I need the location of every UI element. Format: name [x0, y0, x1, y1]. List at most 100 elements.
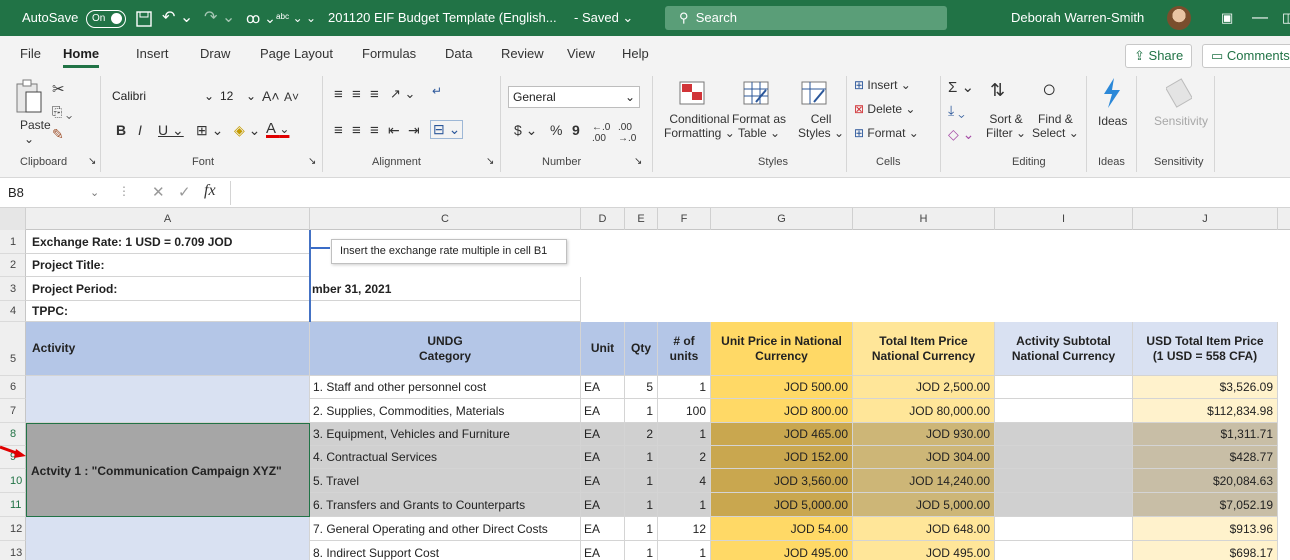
- fill-color-icon[interactable]: ◈ ⌄: [234, 122, 260, 139]
- conditional-formatting-button[interactable]: Conditional Formatting ⌄: [664, 112, 735, 140]
- item-n-cell[interactable]: 1: [658, 376, 711, 399]
- italic-icon[interactable]: I: [138, 122, 142, 138]
- paste-icon[interactable]: [14, 78, 44, 116]
- item-price-cell[interactable]: JOD 465.00: [711, 423, 853, 446]
- item-usd-cell[interactable]: $3,526.09: [1133, 376, 1278, 399]
- row-header-7[interactable]: 7: [0, 399, 26, 423]
- tab-draw[interactable]: Draw: [200, 36, 230, 72]
- item-price-cell[interactable]: JOD 3,560.00: [711, 469, 853, 493]
- row-header-11[interactable]: 11: [0, 493, 26, 517]
- font-name-select[interactable]: Calibri ⌄: [108, 86, 214, 108]
- row-header-3[interactable]: 3: [0, 277, 26, 301]
- item-qty-cell[interactable]: 1: [625, 399, 658, 423]
- item-total-cell[interactable]: JOD 930.00: [853, 423, 995, 446]
- wrap-text-icon[interactable]: ↵: [432, 84, 442, 98]
- item-sub-cell[interactable]: [995, 493, 1133, 517]
- column-header-e[interactable]: E: [625, 208, 658, 230]
- item-unit-cell[interactable]: EA: [581, 399, 625, 423]
- conditional-formatting-icon[interactable]: [678, 80, 708, 108]
- row-header-4[interactable]: 4: [0, 301, 26, 322]
- item-category-cell[interactable]: 5. Travel: [310, 469, 581, 493]
- item-category-cell[interactable]: 2. Supplies, Commodities, Materials: [310, 399, 581, 423]
- activity-cell[interactable]: [26, 376, 310, 423]
- row-header-8[interactable]: 8: [0, 423, 26, 446]
- copy-icon[interactable]: ⎘ ⌄: [52, 104, 72, 120]
- sort-filter-icon[interactable]: ⇅: [990, 80, 1005, 101]
- item-n-cell[interactable]: 100: [658, 399, 711, 423]
- align-left-icon[interactable]: ≡: [334, 122, 343, 139]
- exchange-rate-cell[interactable]: Exchange Rate: 1 USD = 0.709 JOD: [26, 230, 310, 254]
- enter-icon[interactable]: ✓: [178, 183, 191, 201]
- item-n-cell[interactable]: 1: [658, 423, 711, 446]
- header-undg[interactable]: UNDG Category: [310, 322, 581, 376]
- activity-1-cell[interactable]: Actvity 1 : "Communication Campaign XYZ": [26, 423, 310, 517]
- item-price-cell[interactable]: JOD 152.00: [711, 446, 853, 469]
- column-header-i[interactable]: I: [995, 208, 1133, 230]
- row-header-1[interactable]: 1: [0, 230, 26, 254]
- increase-decimal-icon[interactable]: ←.0.00: [592, 122, 610, 144]
- item-category-cell[interactable]: 6. Transfers and Grants to Counterparts: [310, 493, 581, 517]
- tab-data[interactable]: Data: [445, 36, 472, 72]
- item-sub-cell[interactable]: [995, 469, 1133, 493]
- item-sub-cell[interactable]: [995, 541, 1133, 560]
- cell-styles-icon[interactable]: [800, 80, 830, 108]
- share-button[interactable]: ⇪ Share: [1125, 44, 1193, 68]
- tab-help[interactable]: Help: [622, 36, 649, 72]
- item-price-cell[interactable]: JOD 800.00: [711, 399, 853, 423]
- item-n-cell[interactable]: 1: [658, 493, 711, 517]
- item-total-cell[interactable]: JOD 495.00: [853, 541, 995, 560]
- ideas-icon[interactable]: [1098, 76, 1124, 110]
- bold-icon[interactable]: B: [116, 122, 126, 138]
- top-align-icon[interactable]: ≡: [334, 86, 343, 103]
- save-icon[interactable]: [136, 0, 152, 36]
- format-as-table-icon[interactable]: [742, 80, 772, 108]
- project-period-value[interactable]: mber 31, 2021: [310, 277, 581, 301]
- header-unit-price[interactable]: Unit Price in National Currency: [711, 322, 853, 376]
- header-total-price[interactable]: Total Item Price National Currency: [853, 322, 995, 376]
- item-sub-cell[interactable]: [995, 517, 1133, 541]
- cancel-icon[interactable]: ✕: [152, 183, 165, 201]
- align-right-icon[interactable]: ≡: [370, 122, 379, 139]
- cell-styles-button[interactable]: Cell Styles ⌄: [798, 112, 844, 140]
- grow-font-icon[interactable]: A˄: [262, 88, 280, 104]
- redo-icon[interactable]: ↷ ⌄: [204, 0, 235, 36]
- maximize-icon[interactable]: ◫: [1282, 0, 1290, 36]
- format-painter-icon[interactable]: ✎: [52, 126, 64, 143]
- column-header-g[interactable]: G: [711, 208, 853, 230]
- find-select-button[interactable]: Find & Select ⌄: [1032, 112, 1079, 140]
- insert-cells-button[interactable]: ⊞ Insert ⌄: [854, 78, 911, 92]
- decrease-decimal-icon[interactable]: .00 →.0: [618, 122, 636, 144]
- item-unit-cell[interactable]: EA: [581, 517, 625, 541]
- select-all-corner[interactable]: [0, 208, 26, 230]
- tab-formulas[interactable]: Formulas: [362, 36, 416, 72]
- item-qty-cell[interactable]: 1: [625, 517, 658, 541]
- item-unit-cell[interactable]: EA: [581, 376, 625, 399]
- column-header-a[interactable]: A: [26, 208, 310, 230]
- header-usd-total[interactable]: USD Total Item Price (1 USD = 558 CFA): [1133, 322, 1278, 376]
- currency-icon[interactable]: $ ⌄: [514, 122, 537, 139]
- row-header-13[interactable]: 13: [0, 541, 26, 560]
- item-price-cell[interactable]: JOD 495.00: [711, 541, 853, 560]
- header-activity[interactable]: Activity: [26, 322, 310, 376]
- item-n-cell[interactable]: 2: [658, 446, 711, 469]
- item-qty-cell[interactable]: 1: [625, 446, 658, 469]
- header-activity-subtotal[interactable]: Activity Subtotal National Currency: [995, 322, 1133, 376]
- row-header-6[interactable]: 6: [0, 376, 26, 399]
- minimize-icon[interactable]: —: [1252, 0, 1268, 36]
- item-n-cell[interactable]: 4: [658, 469, 711, 493]
- item-total-cell[interactable]: JOD 80,000.00: [853, 399, 995, 423]
- font-color-icon[interactable]: A ⌄: [266, 120, 289, 137]
- sensitivity-button[interactable]: Sensitivity: [1154, 114, 1208, 128]
- tab-home[interactable]: Home: [63, 36, 100, 72]
- item-unit-cell[interactable]: EA: [581, 446, 625, 469]
- comment-box[interactable]: Insert the exchange rate multiple in cel…: [331, 239, 567, 264]
- item-category-cell[interactable]: 7. General Operating and other Direct Co…: [310, 517, 581, 541]
- sensitivity-icon[interactable]: [1166, 76, 1192, 110]
- decrease-indent-icon[interactable]: ⇤: [388, 122, 400, 139]
- item-usd-cell[interactable]: $428.77: [1133, 446, 1278, 469]
- item-qty-cell[interactable]: 1: [625, 541, 658, 560]
- paste-label[interactable]: Paste: [20, 118, 51, 132]
- middle-align-icon[interactable]: ≡: [352, 86, 361, 103]
- ideas-button[interactable]: Ideas: [1098, 114, 1127, 128]
- item-usd-cell[interactable]: $112,834.98: [1133, 399, 1278, 423]
